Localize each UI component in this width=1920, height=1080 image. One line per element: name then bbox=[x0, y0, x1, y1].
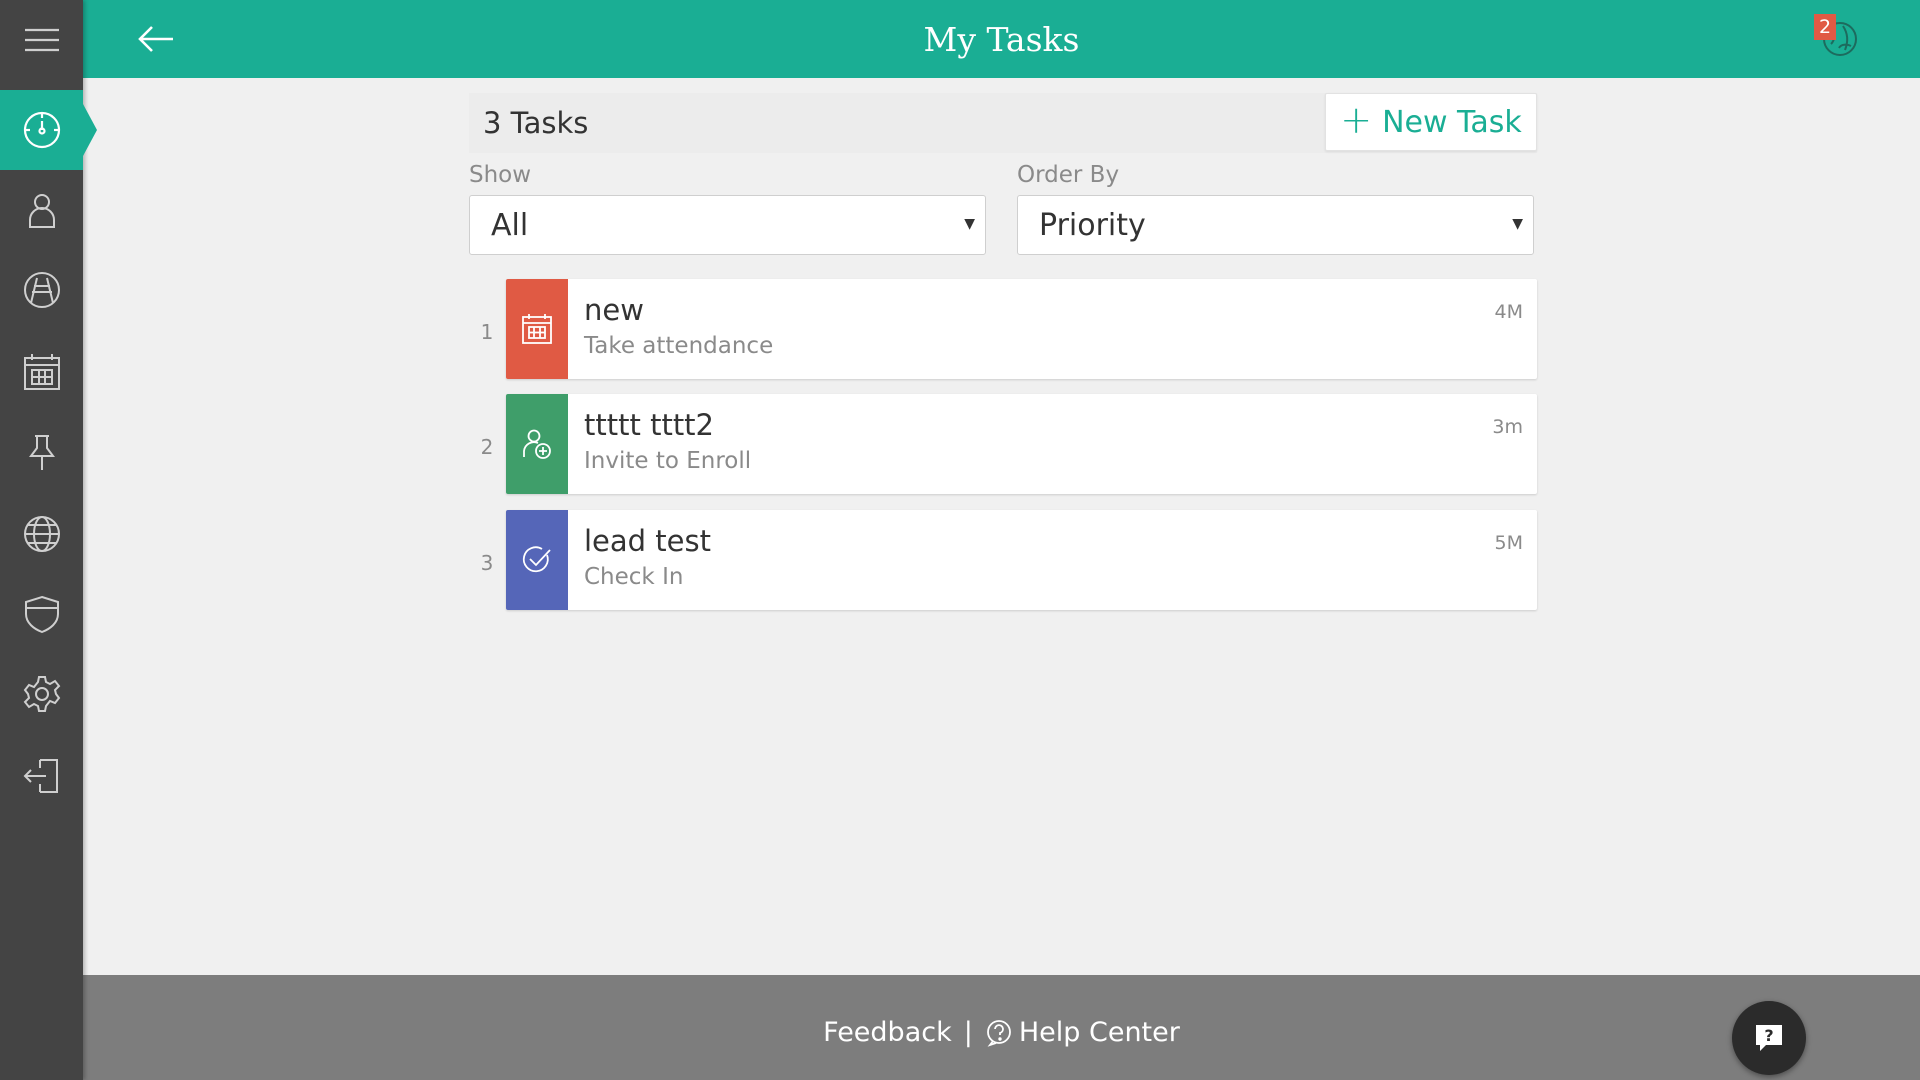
arrow-left-icon bbox=[138, 26, 173, 52]
task-card[interactable]: lead test Check In 5M bbox=[506, 510, 1537, 610]
notification-badge: 2 bbox=[1814, 14, 1836, 40]
help-center-label: Help Center bbox=[1018, 1017, 1180, 1048]
task-title: ttttt tttt2 bbox=[584, 408, 715, 442]
sidebar-item-calendar[interactable] bbox=[0, 332, 83, 412]
sidebar-item-programs[interactable] bbox=[0, 250, 83, 330]
footer-separator: | bbox=[963, 1017, 973, 1048]
sidebar-item-people[interactable] bbox=[0, 170, 83, 250]
svg-text:?: ? bbox=[1764, 1026, 1773, 1045]
new-task-button[interactable]: + New Task bbox=[1325, 93, 1537, 151]
task-title: lead test bbox=[584, 524, 711, 558]
chat-help-button[interactable]: ? bbox=[1732, 1001, 1806, 1075]
page-title: My Tasks bbox=[923, 19, 1080, 59]
question-chat-icon: ? bbox=[1756, 1025, 1782, 1051]
task-type-badge bbox=[506, 510, 568, 610]
dashboard-gauge-icon bbox=[23, 111, 60, 149]
app-root: My Tasks 2 3 Tasks + New Task Show All ▼… bbox=[0, 0, 1920, 1080]
footer: Feedback | Help Center bbox=[83, 975, 1920, 1080]
dropdown-caret-icon: ▼ bbox=[964, 216, 975, 232]
task-subtitle: Take attendance bbox=[584, 333, 774, 359]
order-by-label: Order By bbox=[1017, 162, 1120, 188]
order-by-value: Priority bbox=[1039, 207, 1146, 243]
person-add-icon bbox=[523, 429, 551, 459]
sidebar bbox=[0, 0, 97, 1080]
task-time: 3m bbox=[1492, 416, 1523, 438]
task-subtitle: Check In bbox=[584, 564, 684, 590]
task-time: 5M bbox=[1494, 532, 1523, 554]
task-subtitle: Invite to Enroll bbox=[584, 448, 752, 474]
task-number: 2 bbox=[480, 435, 494, 459]
task-type-badge bbox=[506, 279, 568, 379]
sidebar-item-web[interactable] bbox=[0, 494, 83, 574]
hamburger-menu-icon bbox=[24, 28, 59, 52]
main-content: 3 Tasks + New Task Show All ▼ Order By P… bbox=[83, 78, 1920, 975]
gear-icon bbox=[23, 676, 60, 712]
road-icon bbox=[23, 272, 60, 308]
person-icon bbox=[28, 194, 55, 228]
calendar-grid-icon bbox=[522, 314, 552, 344]
task-count: 3 Tasks bbox=[483, 106, 589, 140]
plus-icon: + bbox=[1340, 98, 1373, 142]
footer-links: Feedback | Help Center bbox=[83, 1017, 1920, 1048]
task-number: 3 bbox=[480, 551, 494, 575]
sidebar-item-pins[interactable] bbox=[0, 412, 83, 492]
task-time: 4M bbox=[1494, 301, 1523, 323]
show-filter-label: Show bbox=[469, 162, 532, 188]
help-circle-icon bbox=[986, 1019, 1011, 1047]
globe-icon bbox=[23, 516, 60, 552]
tasks-header: 3 Tasks + New Task bbox=[469, 93, 1537, 153]
feedback-link[interactable]: Feedback bbox=[823, 1017, 952, 1048]
pushpin-icon bbox=[28, 435, 55, 470]
new-task-label: New Task bbox=[1382, 104, 1522, 140]
sidebar-item-dashboard[interactable] bbox=[0, 90, 97, 170]
dropdown-caret-icon: ▼ bbox=[1512, 216, 1523, 232]
sidebar-item-logout[interactable] bbox=[0, 736, 83, 816]
sidebar-item-security[interactable] bbox=[0, 574, 83, 654]
help-center-link[interactable]: Help Center bbox=[985, 1017, 1180, 1048]
check-circle-icon bbox=[522, 546, 551, 573]
sidebar-item-settings[interactable] bbox=[0, 654, 83, 734]
shield-icon bbox=[24, 595, 59, 634]
show-filter-value: All bbox=[491, 207, 529, 243]
task-number: 1 bbox=[480, 320, 494, 344]
task-card[interactable]: new Take attendance 4M bbox=[506, 279, 1537, 379]
logout-icon bbox=[23, 759, 58, 793]
menu-button[interactable] bbox=[0, 0, 83, 80]
order-by-select[interactable]: Priority ▼ bbox=[1017, 195, 1534, 255]
show-filter-select[interactable]: All ▼ bbox=[469, 195, 986, 255]
task-card[interactable]: ttttt tttt2 Invite to Enroll 3m bbox=[506, 394, 1537, 494]
task-title: new bbox=[584, 293, 644, 327]
calendar-icon bbox=[23, 354, 60, 390]
task-type-badge bbox=[506, 394, 568, 494]
back-button[interactable] bbox=[136, 20, 176, 58]
top-bar: My Tasks 2 bbox=[83, 0, 1920, 78]
